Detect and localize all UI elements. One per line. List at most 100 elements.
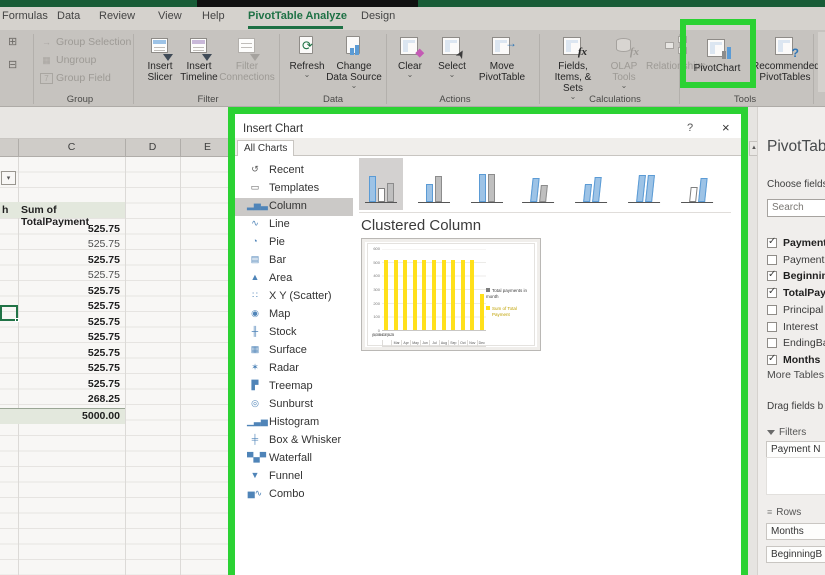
tab-data[interactable]: Data	[57, 10, 80, 22]
chart-type-line[interactable]: ∿ Line	[235, 216, 353, 234]
field-row-principal[interactable]: Principal	[767, 300, 823, 316]
chart-type-histogram[interactable]: ▁▃▅ Histogram	[235, 414, 353, 432]
group-selection-button[interactable]: → Group Selection	[40, 36, 131, 48]
chart-preview-card[interactable]: 600 500 400 300 200 100 0 (5,00B4DE)5.25 Mar Ap…	[361, 238, 541, 351]
active-cell-selection[interactable]	[0, 305, 19, 322]
pivot-value-cell[interactable]: 525.75	[18, 238, 120, 253]
group-field-button[interactable]: 7 Group Field	[40, 72, 111, 84]
move-pivottable-button[interactable]: → Move PivotTable	[474, 36, 530, 83]
checkbox-icon[interactable]	[767, 286, 777, 298]
filters-chip-payment[interactable]: Payment N	[766, 441, 825, 458]
clear-button[interactable]: ◆ Clear ⌄	[390, 36, 430, 79]
pivot-value-cell[interactable]: 525.75	[18, 254, 120, 269]
checkbox-icon[interactable]	[767, 338, 777, 348]
tab-all-charts[interactable]: All Charts	[237, 140, 295, 157]
change-data-source-button[interactable]: Change Data Source ⌄	[326, 36, 382, 90]
chart-type-combo[interactable]: ▅∿ Combo	[235, 486, 353, 504]
column-header-e[interactable]: E	[180, 141, 235, 153]
pivot-value-cell[interactable]: 525.75	[18, 223, 120, 238]
expand-field-icon[interactable]: ⊞	[8, 35, 17, 48]
search-input[interactable]: Search	[767, 199, 825, 217]
chart-type-recent[interactable]: ↺ Recent	[235, 162, 353, 180]
checkbox-icon[interactable]	[767, 353, 777, 365]
field-row-paymentdate[interactable]: PaymentD	[767, 250, 825, 266]
checkbox-icon[interactable]	[767, 255, 777, 265]
rows-chip-months[interactable]: Months	[766, 523, 825, 540]
field-row-interest[interactable]: Interest	[767, 317, 818, 333]
ribbon: ⊞ ⊟ → Group Selection ▦ Ungroup 7 Group Fie…	[0, 30, 825, 107]
pivot-value-cell[interactable]: 525.75	[18, 331, 120, 346]
chevron-down-icon: ⌄	[620, 81, 628, 90]
field-row-endingbalance[interactable]: EndingBa	[767, 333, 825, 349]
column-header-d[interactable]: D	[125, 141, 180, 153]
choose-fields-label: Choose fields	[767, 179, 825, 190]
pivotchart-button[interactable]: PivotChart	[686, 38, 748, 74]
chart-type-waterfall[interactable]: ▀▄▀ Waterfall	[235, 450, 353, 468]
column-header-c[interactable]: C	[18, 141, 125, 153]
area-chart-icon: ▲	[250, 272, 260, 282]
chart-type-area[interactable]: ▲ Area	[235, 270, 353, 288]
chart-type-funnel[interactable]: ▼ Funnel	[235, 468, 353, 486]
ungroup-button[interactable]: ▦ Ungroup	[40, 54, 96, 66]
chart-type-surface[interactable]: ▦ Surface	[235, 342, 353, 360]
filters-drop-zone[interactable]	[766, 457, 825, 495]
rows-chip-beginningbalance[interactable]: BeginningB	[766, 546, 825, 563]
filter-connections-icon	[236, 36, 260, 61]
chart-type-scatter[interactable]: ∷ X Y (Scatter)	[235, 288, 353, 306]
tab-pivottable-analyze[interactable]: PivotTable Analyze	[248, 10, 347, 22]
subtype-clustered-column[interactable]	[359, 158, 403, 210]
subtype-stacked-column[interactable]	[412, 158, 456, 210]
field-row-months[interactable]: Months	[767, 350, 820, 366]
subtype-3d-100-stacked-column[interactable]	[621, 158, 670, 210]
pivot-value-cell[interactable]: 268.25	[18, 393, 120, 408]
field-row-beginningbalance[interactable]: Beginnin	[767, 266, 825, 282]
tab-formulas[interactable]: Formulas	[2, 10, 48, 22]
collapse-field-icon[interactable]: ⊟	[8, 58, 17, 71]
pivot-value-cell[interactable]: 525.75	[18, 300, 120, 315]
pivot-value-cell[interactable]: 525.75	[18, 362, 120, 377]
refresh-button[interactable]: ⟳ Refresh ⌄	[284, 36, 330, 79]
chart-type-box-whisker[interactable]: ╪ Box & Whisker	[235, 432, 353, 450]
chart-type-column[interactable]: ▂▅▃ Column	[235, 198, 353, 216]
field-row-payment[interactable]: Payment	[767, 233, 825, 249]
subtype-100-stacked-column[interactable]	[465, 158, 509, 210]
subtype-3d-column[interactable]	[674, 158, 723, 210]
fields-items-sets-button[interactable]: fx Fields, Items, & Sets ⌄	[544, 36, 602, 101]
filters-area-header: Filters	[767, 427, 806, 438]
select-button[interactable]: ➤ Select ⌄	[432, 36, 472, 79]
pivot-value-cell[interactable]: 525.75	[18, 285, 120, 300]
tab-design[interactable]: Design	[361, 10, 395, 22]
chart-type-pie[interactable]: ◔ Pie	[235, 234, 353, 252]
tab-view[interactable]: View	[158, 10, 182, 22]
tab-help[interactable]: Help	[202, 10, 225, 22]
chart-type-sunburst[interactable]: ◎ Sunburst	[235, 396, 353, 414]
checkbox-icon[interactable]	[767, 236, 777, 248]
checkbox-icon[interactable]	[767, 305, 777, 315]
subtype-3d-clustered-column[interactable]	[515, 158, 564, 210]
chart-type-radar[interactable]: ✶ Radar	[235, 360, 353, 378]
pivot-value-cell[interactable]: 525.75	[18, 378, 120, 393]
checkbox-icon[interactable]	[767, 322, 777, 332]
chart-type-stock[interactable]: ╫ Stock	[235, 324, 353, 342]
tab-review[interactable]: Review	[99, 10, 135, 22]
pie-chart-icon: ◔	[252, 236, 258, 246]
group-label-actions: Actions	[439, 94, 471, 105]
pivot-value-cell[interactable]: 525.75	[18, 347, 120, 362]
grand-total-row[interactable]: 5000.00	[0, 408, 125, 424]
help-icon[interactable]: ?	[687, 122, 693, 134]
group-label-calculations: Calculations	[589, 94, 641, 105]
recommended-pivottables-button[interactable]: ? Recommended PivotTables	[752, 36, 820, 83]
chart-type-bar[interactable]: ▤ Bar	[235, 252, 353, 270]
chart-type-templates[interactable]: ▭ Templates	[235, 180, 353, 198]
subtype-3d-stacked-column[interactable]	[568, 158, 617, 210]
pivot-value-cell[interactable]: 525.75	[18, 269, 120, 284]
field-row-totalpayment[interactable]: TotalPay	[767, 283, 825, 299]
pivot-value-cell[interactable]: 525.75	[18, 316, 120, 331]
chart-type-treemap[interactable]: ▛ Treemap	[235, 378, 353, 396]
close-icon[interactable]: ×	[722, 120, 730, 135]
checkbox-icon[interactable]	[767, 269, 777, 281]
chart-type-map[interactable]: ◉ Map	[235, 306, 353, 324]
more-tables-link[interactable]: More Tables	[767, 369, 824, 381]
annotation-highlight-dialog: Insert Chart ? × All Charts ↺ Recent ▭ Tem…	[228, 107, 748, 575]
filter-dropdown-button[interactable]: ▾	[1, 171, 16, 185]
